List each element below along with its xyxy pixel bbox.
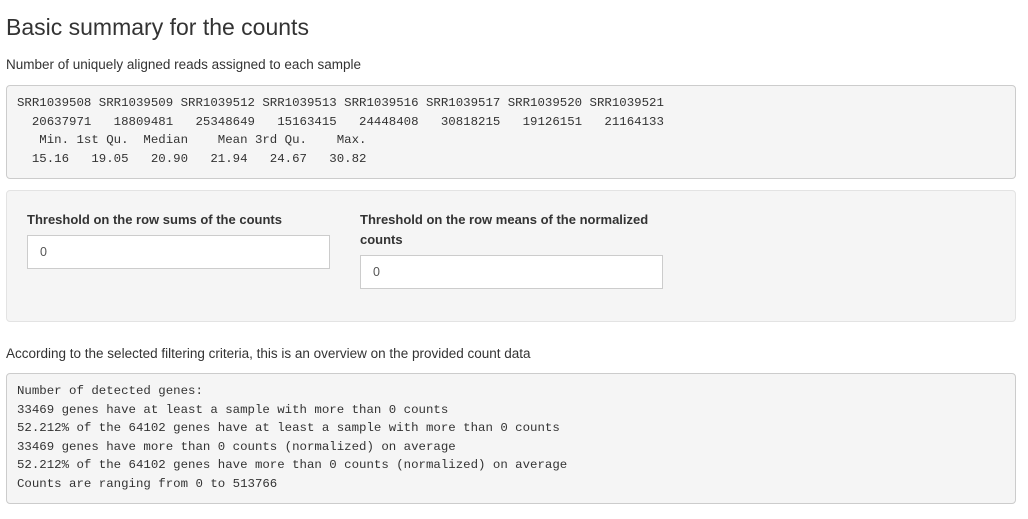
row-means-control: Threshold on the row means of the normal…	[360, 210, 670, 289]
summary-subtitle: Number of uniquely aligned reads assigne…	[6, 57, 361, 72]
row-means-threshold-input[interactable]	[360, 255, 663, 289]
overview-line: 52.212% of the 64102 genes have at least…	[17, 421, 560, 435]
summary-line-stats-header: Min. 1st Qu. Median Mean 3rd Qu. Max.	[17, 133, 374, 147]
summary-line-samples: SRR1039508 SRR1039509 SRR1039512 SRR1039…	[17, 96, 664, 110]
page-title: Basic summary for the counts	[6, 14, 309, 40]
row-sums-threshold-input[interactable]	[27, 235, 330, 269]
overview-output: Number of detected genes: 33469 genes hav…	[6, 373, 1016, 504]
row-sums-control: Threshold on the row sums of the counts	[27, 210, 337, 269]
summary-line-stats-values: 15.16 19.05 20.90 21.94 24.67 30.82	[17, 151, 374, 166]
summary-line-counts: 20637971 18809481 25348649 15163415 2444…	[17, 114, 664, 129]
filter-panel: Threshold on the row sums of the counts …	[6, 190, 1016, 322]
overview-line: Number of detected genes:	[17, 384, 203, 398]
overview-line: 33469 genes have more than 0 counts (nor…	[17, 439, 456, 454]
overview-line: 33469 genes have at least a sample with …	[17, 402, 449, 417]
summary-output: SRR1039508 SRR1039509 SRR1039512 SRR1039…	[6, 85, 1016, 179]
overview-caption: According to the selected filtering crit…	[6, 346, 531, 361]
overview-line: 52.212% of the 64102 genes have more tha…	[17, 458, 568, 472]
overview-line: Counts are ranging from 0 to 513766	[17, 476, 278, 491]
row-sums-label: Threshold on the row sums of the counts	[27, 212, 282, 227]
row-means-label: Threshold on the row means of the normal…	[360, 212, 649, 247]
